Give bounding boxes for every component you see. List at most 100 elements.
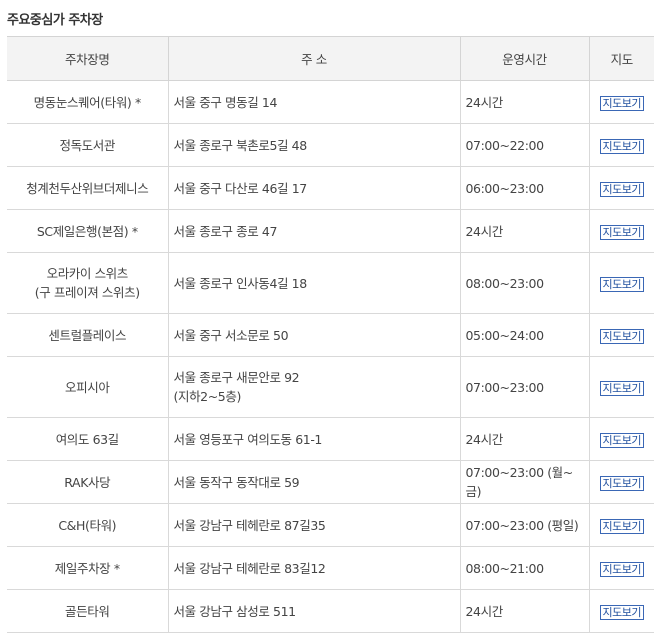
table-body: 명동눈스퀘어(타워) * 서울 중구 명동길 14 24시간 지도보기 정독도서관 서울 …	[7, 80, 654, 633]
map-cell: 지도보기	[589, 166, 654, 210]
map-view-button[interactable]: 지도보기	[599, 95, 644, 111]
address-cell-text: 서울 강남구 테헤란로 87길35	[173, 517, 326, 533]
parking-name-cell: C&H(타워)	[7, 503, 169, 547]
hours-cell: 07:00~23:00 (월~금)	[460, 460, 590, 504]
parking-name-cell: SC제일은행(본점) *	[7, 209, 169, 253]
map-cell: 지도보기	[589, 313, 654, 357]
parking-name-cell: RAK사당	[7, 460, 169, 504]
address-cell: 서울 중구 다산로 46길 17	[168, 166, 461, 210]
map-view-button[interactable]: 지도보기	[599, 380, 644, 396]
address-cell: 서울 종로구 새문안로 92 (지하2~5층)	[168, 356, 461, 418]
address-cell: 서울 종로구 인사동4길 18	[168, 252, 461, 314]
map-view-button[interactable]: 지도보기	[599, 276, 644, 292]
parking-name-cell-text: 정독도서관	[59, 137, 115, 153]
map-view-button[interactable]: 지도보기	[599, 604, 644, 620]
parking-name-cell-text: 명동눈스퀘어(타워) *	[33, 94, 142, 110]
parking-name-cell: 센트럴플레이스	[7, 313, 169, 357]
map-cell: 지도보기	[589, 589, 654, 633]
table-row: 오피시아 서울 종로구 새문안로 92 (지하2~5층) 07:00~23:00 지도보…	[7, 356, 654, 418]
hours-cell: 07:00~23:00	[460, 356, 590, 418]
address-cell: 서울 강남구 테헤란로 87길35	[168, 503, 461, 547]
address-cell-text: 서울 영등포구 여의도동 61-1	[173, 431, 323, 447]
address-cell-text: 서울 종로구 종로 47	[173, 223, 278, 239]
address-cell-text: 서울 종로구 북촌로5길 48	[173, 137, 308, 153]
address-cell-text: 서울 동작구 동작대로 59	[173, 474, 300, 490]
address-cell-text: 서울 종로구 인사동4길 18	[173, 275, 308, 291]
map-cell: 지도보기	[589, 356, 654, 418]
parking-name-cell-text: 제일주차장 *	[54, 560, 120, 576]
parking-name-cell-text: (구 프레이져 스위츠)	[34, 285, 140, 300]
parking-table: 주차장명 주 소 운영시간 지도 명동눈스퀘어(타워) * 서울 중구 명동길 1…	[7, 36, 654, 633]
map-cell: 지도보기	[589, 80, 654, 124]
parking-name-cell: 여의도 63길	[7, 417, 169, 461]
map-view-button[interactable]: 지도보기	[599, 561, 644, 577]
address-cell: 서울 종로구 종로 47	[168, 209, 461, 253]
address-cell-text: 서울 강남구 삼성로 511	[173, 603, 297, 619]
header-map: 지도	[589, 36, 654, 81]
parking-name-cell-text: C&H(타워)	[58, 517, 117, 533]
address-cell: 서울 강남구 삼성로 511	[168, 589, 461, 633]
hours-cell: 08:00~23:00	[460, 252, 590, 314]
map-cell: 지도보기	[589, 123, 654, 167]
address-cell: 서울 영등포구 여의도동 61-1	[168, 417, 461, 461]
parking-name-cell-text: 골든타워	[65, 603, 110, 619]
table-row: 오라카이 스위츠 (구 프레이져 스위츠) 서울 종로구 인사동4길 18 08:00…	[7, 252, 654, 314]
parking-name-cell-text: 청계천두산위브더제니스	[26, 180, 149, 196]
address-cell-text: 서울 중구 서소문로 50	[173, 327, 289, 343]
table-row: C&H(타워) 서울 강남구 테헤란로 87길35 07:00~23:00 (평일)…	[7, 503, 654, 547]
parking-name-cell: 제일주차장 *	[7, 546, 169, 590]
address-cell: 서울 강남구 테헤란로 83길12	[168, 546, 461, 590]
map-view-button[interactable]: 지도보기	[599, 328, 644, 344]
table-row: 센트럴플레이스 서울 중구 서소문로 50 05:00~24:00 지도보기	[7, 313, 654, 357]
hours-cell: 07:00~23:00 (평일)	[460, 503, 590, 547]
table-row: 여의도 63길 서울 영등포구 여의도동 61-1 24시간 지도보기	[7, 417, 654, 461]
map-view-button[interactable]: 지도보기	[599, 432, 644, 448]
table-row: 청계천두산위브더제니스 서울 중구 다산로 46길 17 06:00~23:00 지도…	[7, 166, 654, 210]
parking-name-cell: 청계천두산위브더제니스	[7, 166, 169, 210]
table-row: RAK사당 서울 동작구 동작대로 59 07:00~23:00 (월~금) 지도보기	[7, 460, 654, 504]
address-cell: 서울 중구 서소문로 50	[168, 313, 461, 357]
map-view-button[interactable]: 지도보기	[599, 138, 644, 154]
hours-cell: 24시간	[460, 80, 590, 124]
parking-name-cell: 정독도서관	[7, 123, 169, 167]
address-cell: 서울 중구 명동길 14	[168, 80, 461, 124]
parking-name-cell: 골든타워	[7, 589, 169, 633]
hours-cell: 05:00~24:00	[460, 313, 590, 357]
address-cell-text: 서울 종로구 새문안로 92	[173, 370, 300, 385]
map-view-button[interactable]: 지도보기	[599, 181, 644, 197]
map-cell: 지도보기	[589, 209, 654, 253]
hours-cell: 07:00~22:00	[460, 123, 590, 167]
hours-cell: 24시간	[460, 589, 590, 633]
map-cell: 지도보기	[589, 503, 654, 547]
table-row: 제일주차장 * 서울 강남구 테헤란로 83길12 08:00~21:00 지도보기	[7, 546, 654, 590]
map-view-button[interactable]: 지도보기	[599, 475, 644, 491]
table-header-row: 주차장명 주 소 운영시간 지도	[7, 36, 654, 81]
map-cell: 지도보기	[589, 460, 654, 504]
section-title: 주요중심가 주차장	[7, 13, 103, 28]
address-cell: 서울 종로구 북촌로5길 48	[168, 123, 461, 167]
parking-name-cell: 오피시아	[7, 356, 169, 418]
hours-cell: 24시간	[460, 417, 590, 461]
map-view-button[interactable]: 지도보기	[599, 224, 644, 240]
address-cell-text: 서울 강남구 테헤란로 83길12	[173, 560, 326, 576]
table-row: 명동눈스퀘어(타워) * 서울 중구 명동길 14 24시간 지도보기	[7, 80, 654, 124]
parking-name-cell: 명동눈스퀘어(타워) *	[7, 80, 169, 124]
map-cell: 지도보기	[589, 417, 654, 461]
hours-cell: 24시간	[460, 209, 590, 253]
address-cell-text: 서울 중구 명동길 14	[173, 94, 278, 110]
parking-name-cell-text: 오라카이 스위츠	[46, 266, 129, 281]
parking-name-cell-text: SC제일은행(본점) *	[36, 223, 138, 239]
parking-name-cell-text: 센트럴플레이스	[48, 327, 127, 343]
parking-name-cell-text: RAK사당	[64, 474, 111, 490]
map-cell: 지도보기	[589, 252, 654, 314]
hours-cell: 08:00~21:00	[460, 546, 590, 590]
address-cell: 서울 동작구 동작대로 59	[168, 460, 461, 504]
parking-name-cell: 오라카이 스위츠 (구 프레이져 스위츠)	[7, 252, 169, 314]
header-hours: 운영시간	[460, 36, 590, 81]
table-row: SC제일은행(본점) * 서울 종로구 종로 47 24시간 지도보기	[7, 209, 654, 253]
header-address: 주 소	[168, 36, 461, 81]
header-name: 주차장명	[7, 36, 169, 81]
map-view-button[interactable]: 지도보기	[599, 518, 644, 534]
parking-name-cell-text: 오피시아	[65, 379, 110, 395]
address-cell-text: (지하2~5층)	[173, 389, 242, 404]
